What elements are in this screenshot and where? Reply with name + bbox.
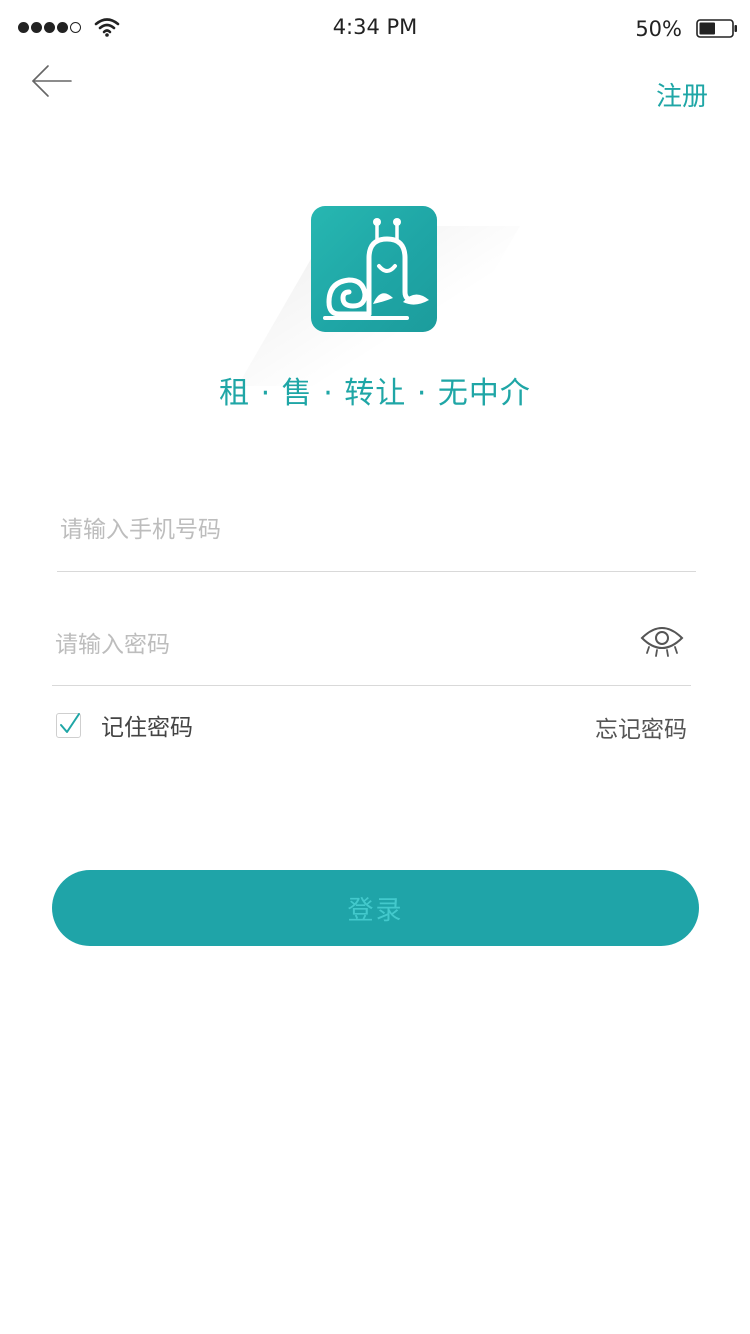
back-button[interactable]	[30, 62, 76, 100]
battery-icon	[696, 19, 737, 38]
checkmark-icon	[60, 712, 80, 733]
app-logo	[311, 206, 437, 332]
login-button[interactable]: 登录	[52, 870, 699, 946]
remember-label: 记住密码	[101, 715, 193, 741]
phone-input[interactable]	[60, 505, 620, 555]
remember-checkbox[interactable]	[56, 712, 81, 738]
app-slogan: 租 · 售 · 转让 · 无中介	[219, 376, 531, 411]
register-link[interactable]: 注册	[656, 76, 708, 113]
password-input[interactable]	[55, 620, 615, 670]
phone-field	[57, 495, 696, 572]
forgot-password-link[interactable]: 忘记密码	[595, 710, 687, 744]
battery-percent: 50%	[635, 17, 682, 41]
snail-logo-icon	[323, 218, 429, 320]
arrow-left-icon	[32, 65, 72, 97]
eye-icon[interactable]	[639, 620, 685, 660]
status-bar: 4:34 PM 50%	[0, 0, 750, 56]
remember-password-toggle[interactable]: 记住密码	[56, 708, 193, 742]
password-field	[52, 610, 691, 686]
